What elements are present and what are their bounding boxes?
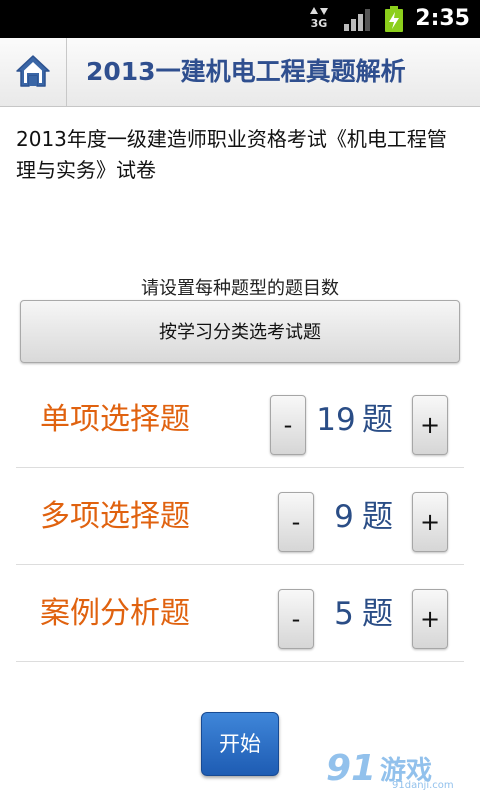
start-button[interactable]: 开始 bbox=[201, 712, 279, 776]
question-count: 5 bbox=[334, 596, 354, 632]
screen: 3G 2:35 2013一建机电工程真题解析 2013年度一级建造师职业资格考试… bbox=[0, 0, 480, 800]
title-bar: 2013一建机电工程真题解析 bbox=[0, 38, 480, 107]
decrease-button[interactable]: - bbox=[270, 395, 306, 455]
battery-charging-icon bbox=[385, 6, 403, 32]
home-button[interactable] bbox=[0, 38, 67, 106]
question-row-case-analysis: 案例分析题 - 5 题 + bbox=[16, 566, 464, 662]
question-type-label: 多项选择题 bbox=[40, 499, 190, 534]
question-unit: 题 bbox=[362, 499, 393, 535]
question-type-label: 单项选择题 bbox=[40, 402, 190, 437]
watermark-logo: 91 bbox=[326, 748, 377, 789]
decrease-button[interactable]: - bbox=[278, 589, 314, 649]
status-bar: 3G 2:35 bbox=[0, 0, 480, 38]
increase-button[interactable]: + bbox=[412, 589, 448, 649]
signal-icon bbox=[344, 9, 370, 31]
watermark-url: 91danji.com bbox=[392, 780, 454, 791]
question-row-single-choice: 单项选择题 - 19 题 + bbox=[16, 372, 464, 468]
increase-button[interactable]: + bbox=[412, 492, 448, 552]
site-watermark: 91 游戏 91danji.com bbox=[326, 748, 476, 796]
question-count: 19 bbox=[316, 402, 356, 438]
question-unit: 题 bbox=[362, 596, 393, 632]
increase-button[interactable]: + bbox=[412, 395, 448, 455]
question-row-multiple-choice: 多项选择题 - 9 题 + bbox=[16, 469, 464, 565]
question-count: 9 bbox=[334, 499, 354, 535]
decrease-button[interactable]: - bbox=[278, 492, 314, 552]
question-type-label: 案例分析题 bbox=[40, 596, 190, 631]
data-arrows-icon bbox=[310, 7, 328, 15]
paper-title: 2013年度一级建造师职业资格考试《机电工程管理与实务》试卷 bbox=[16, 127, 447, 182]
network-type: 3G bbox=[310, 17, 328, 30]
home-icon bbox=[16, 55, 50, 87]
network-indicator: 3G bbox=[309, 6, 329, 32]
clock: 2:35 bbox=[415, 6, 470, 31]
app-title: 2013一建机电工程真题解析 bbox=[86, 57, 406, 86]
setup-label: 请设置每种题型的题目数 bbox=[141, 278, 339, 299]
classify-select-button[interactable]: 按学习分类选考试题 bbox=[20, 300, 460, 363]
question-unit: 题 bbox=[362, 402, 393, 438]
